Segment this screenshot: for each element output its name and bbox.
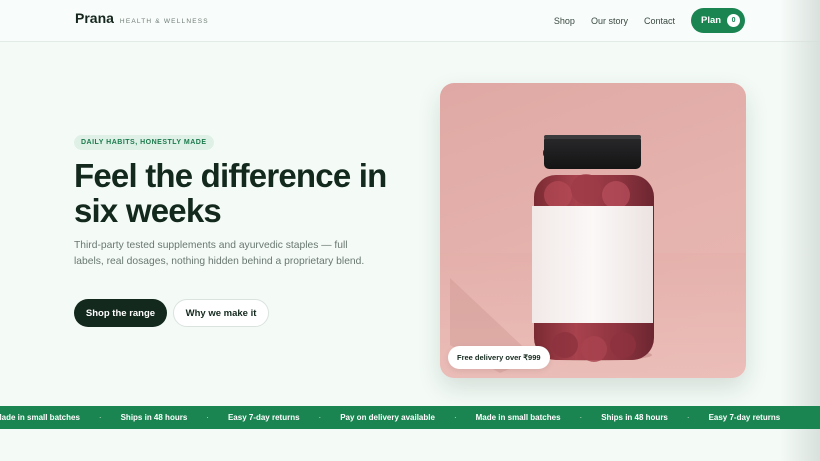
ticker-item: Easy 7-day returns xyxy=(708,413,781,422)
announcement-ticker: Made in small batches · Ships in 48 hour… xyxy=(0,406,820,429)
ticker-item: Made in small batches xyxy=(475,413,561,422)
site-header: Prana HEALTH & WELLNESS Shop Our story C… xyxy=(0,0,820,42)
plan-button[interactable]: Plan 0 xyxy=(691,8,745,33)
nav-link-our-story[interactable]: Our story xyxy=(591,16,628,26)
ticker-separator: · xyxy=(686,413,690,422)
why-we-make-it-button[interactable]: Why we make it xyxy=(173,299,269,327)
plan-count-badge: 0 xyxy=(727,14,741,27)
nav-link-shop[interactable]: Shop xyxy=(554,16,575,26)
ticker-item: Made in small batches xyxy=(0,413,80,422)
ticker-track: Made in small batches · Ships in 48 hour… xyxy=(0,406,780,429)
ticker-item: Ships in 48 hours xyxy=(120,413,188,422)
ticker-separator: · xyxy=(98,413,102,422)
main-nav: Shop Our story Contact Plan 0 xyxy=(538,8,745,33)
edge-shadow xyxy=(780,0,820,461)
ticker-item: Easy 7-day returns xyxy=(227,413,300,422)
nav-link-contact[interactable]: Contact xyxy=(644,16,675,26)
plan-label: Plan xyxy=(701,15,722,26)
brand-tagline: HEALTH & WELLNESS xyxy=(119,18,209,25)
hero-eyebrow: DAILY HABITS, HONESTLY MADE xyxy=(74,135,214,150)
brand-name[interactable]: Prana xyxy=(75,10,114,26)
hero-headline: Feel the difference in six weeks xyxy=(74,157,387,229)
shop-the-range-button[interactable]: Shop the range xyxy=(74,299,167,327)
ticker-item: Ships in 48 hours xyxy=(601,413,668,422)
brand[interactable]: Prana HEALTH & WELLNESS xyxy=(75,10,209,26)
supplement-jar-illustration xyxy=(440,135,746,378)
ticker-separator: · xyxy=(318,413,322,422)
ticker-separator: · xyxy=(579,413,583,422)
ticker-item: Pay on delivery available xyxy=(340,413,435,422)
ticker-separator: · xyxy=(453,413,457,422)
ticker-separator: · xyxy=(206,413,209,422)
free-delivery-badge: Free delivery over ₹999 xyxy=(448,346,550,369)
product-photo: Free delivery over ₹999 xyxy=(440,83,746,378)
hero-description: Third-party tested supplements and ayurv… xyxy=(74,240,365,267)
